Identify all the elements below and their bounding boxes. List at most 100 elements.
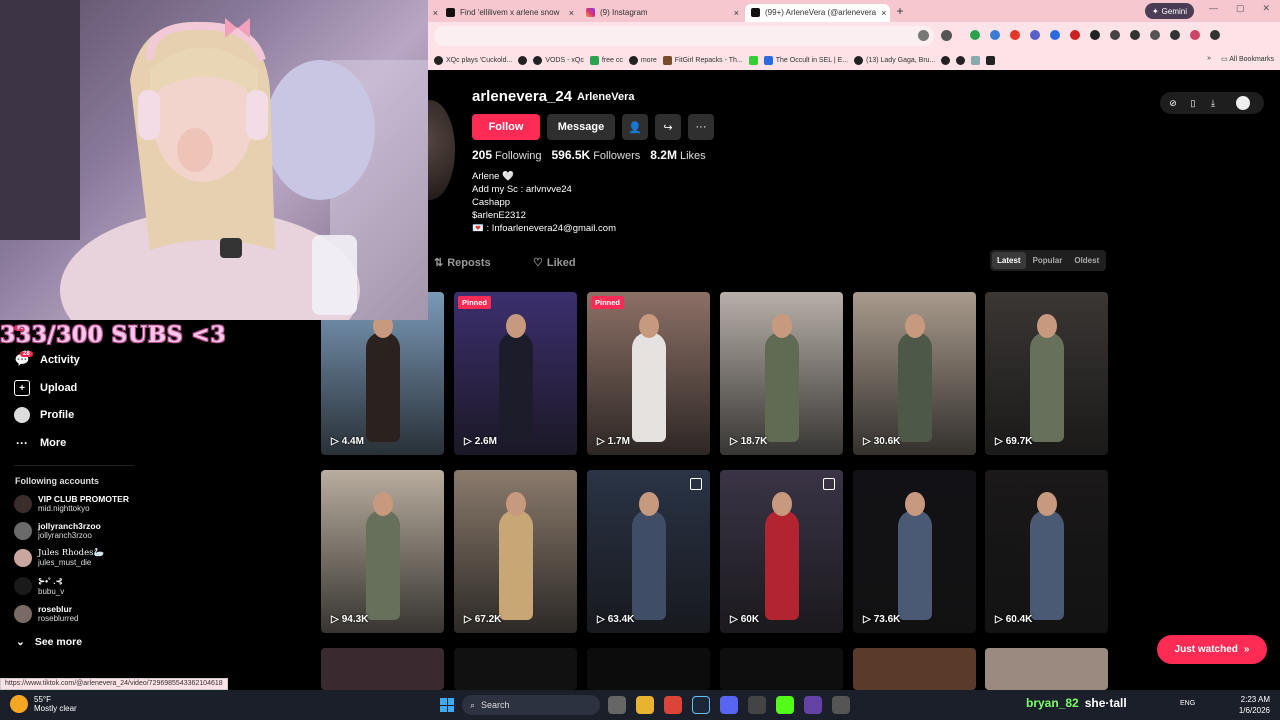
extension-icon[interactable] — [1050, 30, 1060, 40]
following-account[interactable]: roseblur roseblurred — [14, 604, 78, 623]
video-thumbnail[interactable] — [720, 648, 843, 690]
app-icon[interactable] — [748, 696, 766, 714]
file-explorer-icon[interactable] — [636, 696, 654, 714]
message-button[interactable]: Message — [547, 114, 615, 140]
tab-close-icon[interactable]: × — [428, 4, 440, 22]
extension-icon[interactable] — [990, 30, 1000, 40]
following-stat[interactable]: 205 Following — [472, 148, 542, 162]
just-watched-button[interactable]: Just watched » — [1157, 635, 1267, 664]
tab-liked[interactable]: ♡ Liked — [533, 256, 576, 270]
tab-arlenevera[interactable]: (99+) ArleneVera (@arlenevera × — [745, 3, 890, 22]
bookmark-item[interactable] — [518, 55, 528, 65]
bookmark-item[interactable] — [956, 55, 966, 65]
extension-icon[interactable] — [1010, 30, 1020, 40]
video-thumbnail[interactable]: ▷ 69.7K — [985, 292, 1108, 455]
video-thumbnail[interactable]: ▷ 60.4K — [985, 470, 1108, 633]
puzzle-icon[interactable] — [1130, 30, 1140, 40]
followers-stat[interactable]: 596.5K Followers — [552, 148, 641, 162]
phone-icon[interactable]: ▯ — [1188, 98, 1198, 108]
discord-icon[interactable] — [720, 696, 738, 714]
tab-reposts[interactable]: ⇅ Reposts — [434, 256, 491, 270]
weather-widget[interactable]: 55°F Mostly clear — [10, 695, 77, 713]
system-tray-lang[interactable]: ENG — [1180, 700, 1195, 707]
extension-icon[interactable] — [970, 30, 980, 40]
bookmark-item[interactable]: (13) Lady Gaga, Bru... — [854, 55, 935, 65]
bookmark-item[interactable] — [748, 55, 758, 65]
video-thumbnail[interactable]: ▷ 18.7K — [720, 292, 843, 455]
video-thumbnail[interactable]: ▷ 67.2K — [454, 470, 577, 633]
install-icon[interactable] — [918, 30, 929, 41]
kick-icon[interactable] — [776, 696, 794, 714]
all-bookmarks-button[interactable]: ▭ All Bookmarks — [1221, 55, 1274, 63]
extension-icon[interactable] — [1090, 30, 1100, 40]
gemini-button[interactable]: ✦ Gemini — [1144, 3, 1194, 19]
compass-icon[interactable]: ⊘ — [1168, 98, 1178, 108]
close-window-icon[interactable]: ✕ — [1262, 3, 1270, 14]
star-icon[interactable] — [941, 30, 952, 41]
share-button[interactable]: ↪ — [655, 114, 681, 140]
user-avatar[interactable] — [1236, 96, 1250, 110]
task-view-icon[interactable] — [608, 696, 626, 714]
close-icon[interactable]: × — [569, 8, 574, 18]
app-icon[interactable] — [804, 696, 822, 714]
following-account[interactable]: ⊱•˚ .⊰ bubu_v — [14, 576, 64, 596]
tab-find[interactable]: Find 'ellilivem x arlene snow × — [440, 4, 580, 22]
sidebar-item-upload[interactable]: + Upload — [14, 380, 77, 396]
video-thumbnail[interactable] — [454, 648, 577, 690]
bookmark-item[interactable] — [986, 55, 996, 65]
app-icon[interactable] — [832, 696, 850, 714]
bookmark-item[interactable]: VODS - xQc — [533, 55, 584, 65]
extension-icon[interactable] — [1030, 30, 1040, 40]
taskbar-search[interactable]: ⌕ Search — [462, 695, 600, 715]
tab-instagram[interactable]: (9) Instagram × — [580, 4, 745, 22]
video-thumbnail[interactable] — [321, 648, 444, 690]
video-thumbnail[interactable]: Pinned ▷ 1.7M — [587, 292, 710, 455]
download-icon[interactable]: ⤓ — [1208, 98, 1218, 108]
video-thumbnail[interactable]: Pinned ▷ 2.6M — [454, 292, 577, 455]
taskbar-clock[interactable]: 2:23 AM 1/6/2026 — [1239, 694, 1270, 716]
chevron-right-icon[interactable]: » — [1207, 55, 1211, 63]
video-thumbnail[interactable]: ▷ 30.6K — [853, 292, 976, 455]
more-options-button[interactable]: ··· — [688, 114, 714, 140]
bookmark-item[interactable] — [971, 55, 981, 65]
sidebar-item-more[interactable]: ··· More — [14, 435, 66, 451]
video-thumbnail[interactable] — [853, 648, 976, 690]
sidebar-item-profile[interactable]: Profile — [14, 407, 74, 423]
chrome-icon[interactable] — [664, 696, 682, 714]
new-tab-button[interactable]: + — [890, 4, 910, 18]
bookmark-item[interactable]: free cc — [589, 55, 623, 65]
sort-latest[interactable]: Latest — [992, 252, 1026, 269]
follow-button[interactable]: Follow — [472, 114, 540, 140]
menu-dots-icon[interactable] — [1210, 30, 1220, 40]
see-more-button[interactable]: ⌄ See more — [16, 636, 82, 648]
video-thumbnail[interactable] — [985, 648, 1108, 690]
bookmark-item[interactable]: FitGirl Repacks - Th... — [662, 55, 743, 65]
extension-icon[interactable] — [1070, 30, 1080, 40]
steam-icon[interactable] — [692, 696, 710, 714]
extension-icon[interactable] — [1110, 30, 1120, 40]
bookmark-item[interactable]: more — [628, 55, 657, 65]
following-account[interactable]: jollyranch3rzoo jollyranch3rzoo — [14, 521, 101, 540]
video-thumbnail[interactable]: ▷ 73.6K — [853, 470, 976, 633]
following-account[interactable]: Jules Rhodes🦢 jules_must_die — [14, 548, 104, 567]
close-icon[interactable]: × — [881, 8, 886, 18]
sidepanel-icon[interactable] — [1150, 30, 1160, 40]
sort-oldest[interactable]: Oldest — [1069, 252, 1104, 269]
bookmark-item[interactable] — [941, 55, 951, 65]
bookmark-item[interactable]: The Occult in SEL | E... — [763, 55, 848, 65]
following-account[interactable]: VIP CLUB PROMOTER mid.nighttokyo — [14, 494, 129, 513]
address-input[interactable] — [434, 26, 934, 46]
video-thumbnail[interactable]: ▷ 60K — [720, 470, 843, 633]
bookmark-item[interactable]: XQc plays 'Cuckold... — [434, 55, 512, 65]
video-thumbnail[interactable]: ▷ 63.4K — [587, 470, 710, 633]
sort-popular[interactable]: Popular — [1028, 252, 1068, 269]
video-thumbnail[interactable]: ▷ 94.3K — [321, 470, 444, 633]
minimize-icon[interactable]: — — [1209, 3, 1218, 14]
download-icon[interactable] — [1170, 30, 1180, 40]
profile-avatar-icon[interactable] — [1190, 30, 1200, 40]
windows-start-icon[interactable] — [440, 698, 454, 712]
video-thumbnail[interactable] — [587, 648, 710, 690]
close-icon[interactable]: × — [734, 8, 739, 18]
add-friend-button[interactable]: 👤 — [622, 114, 648, 140]
maximize-icon[interactable]: ▢ — [1236, 3, 1245, 14]
